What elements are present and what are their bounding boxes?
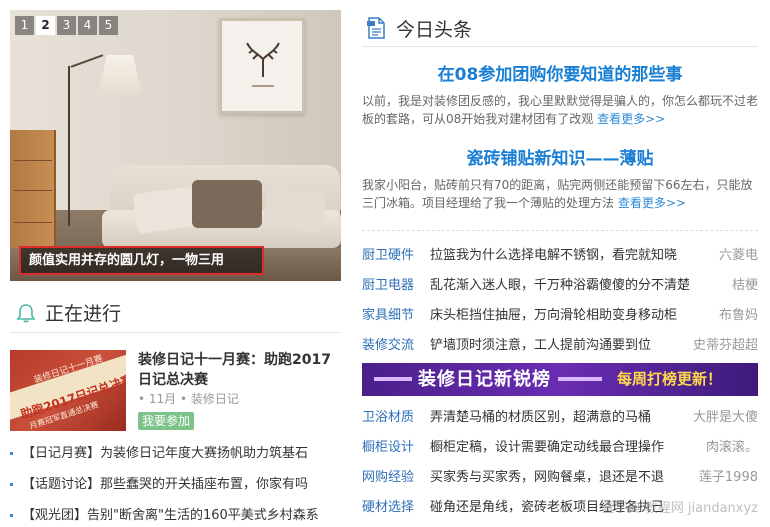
today-header: 今日头条	[362, 10, 758, 47]
list-item: 厨卫电器 乱花渐入迷人眼，千万种浴霸傻傻的分不清楚 桔梗	[362, 271, 758, 301]
topic-link[interactable]: 橱柜定稿，设计需要确定动线最合理操作	[430, 433, 664, 463]
category-link[interactable]: 卫浴材质	[362, 403, 414, 433]
feature-meta: • 11月 • 装修日记	[138, 392, 239, 406]
topic-link[interactable]: 拉篮我为什么选择电解不锈钢，看完就知晓	[430, 241, 677, 271]
topic-list-1: 厨卫硬件 拉篮我为什么选择电解不锈钢，看完就知晓 六菱电 厨卫电器 乱花渐入迷人…	[362, 241, 758, 361]
topic-link[interactable]: 买家秀与买家秀，网购餐桌，退还是不退	[430, 463, 664, 493]
topic-link[interactable]: 床头柜挡住抽屉，万向滑轮相助变身移动柜	[430, 301, 677, 331]
list-item: 网购经验 买家秀与买家秀，网购餐桌，退还是不退 莲子1998	[362, 463, 758, 493]
list-item[interactable]: 【日记月赛】为装修日记年度大赛扬帆助力筑基石	[10, 438, 341, 469]
divider	[362, 230, 758, 231]
banner-main-text: 装修日记新锐榜	[418, 369, 551, 390]
category-link[interactable]: 家具细节	[362, 301, 414, 331]
headline-1: 在08参加团购你要知道的那些事 以前，我是对装修团反感的，我心里默默觉得是骗人的…	[362, 62, 758, 128]
category-link[interactable]: 网购经验	[362, 463, 414, 493]
slider-page-3[interactable]: 3	[57, 16, 76, 35]
ongoing-news-list: 【日记月赛】为装修日记年度大赛扬帆助力筑基石 【话题讨论】那些蠢哭的开关插座布置…	[10, 438, 341, 527]
lamp-pole	[68, 66, 70, 226]
author-name[interactable]: 六菱电	[719, 241, 758, 271]
headline-summary-text: 我家小阳台，贴砖前只有70的距离，贴完两侧还能预留下66左右，只能放三门冰箱。项…	[362, 178, 753, 210]
document-icon	[367, 17, 385, 39]
list-item[interactable]: 【话题讨论】那些蠢哭的开关插座布置，你家有吗	[10, 469, 341, 500]
site-watermark: 查字典 教程网 jiandanxyz	[601, 501, 758, 516]
bell-icon	[16, 303, 36, 322]
slider-pagination: 1 2 3 4 5	[15, 16, 118, 35]
slide-caption[interactable]: 颜值实用并存的圆几灯，一物三用	[19, 246, 264, 275]
feature-title[interactable]: 装修日记十一月赛：助跑2017日记总决赛	[138, 350, 338, 390]
author-name[interactable]: 史蒂芬超超	[693, 331, 758, 361]
author-name[interactable]: 桔梗	[732, 271, 758, 301]
category-link[interactable]: 厨卫硬件	[362, 241, 414, 271]
antler-art	[246, 42, 280, 77]
headline-summary-text: 以前，我是对装修团反感的，我心里默默觉得是骗人的，你怎么都玩不过老板的套路，可从…	[362, 94, 759, 126]
author-name[interactable]: 肉滚滚。	[706, 433, 758, 463]
headline-title[interactable]: 瓷砖铺贴新知识——薄贴	[362, 146, 758, 172]
today-title: 今日头条	[396, 18, 473, 41]
headline-summary: 以前，我是对装修团反感的，我心里默默觉得是骗人的，你怎么都玩不过老板的套路，可从…	[362, 92, 758, 128]
topic-link[interactable]: 铲墙顶时须注意，工人提前沟通要到位	[430, 331, 651, 361]
list-item: 装修交流 铲墙顶时须注意，工人提前沟通要到位 史蒂芬超超	[362, 331, 758, 361]
category-link[interactable]: 硬材选择	[362, 493, 414, 523]
category-link[interactable]: 装修交流	[362, 331, 414, 361]
headline-title[interactable]: 在08参加团购你要知道的那些事	[362, 62, 758, 88]
read-more-link[interactable]: 查看更多>>	[618, 196, 686, 210]
author-name[interactable]: 布鲁妈	[719, 301, 758, 331]
pillow	[192, 180, 262, 228]
list-item: 家具细节 床头柜挡住抽屉，万向滑轮相助变身移动柜 布鲁妈	[362, 301, 758, 331]
category-link[interactable]: 橱柜设计	[362, 433, 414, 463]
feature-card: 装修日记十一月赛 助跑2017日记总决赛 月赛冠军直通总决赛 装修日记十一月赛：…	[10, 343, 341, 435]
read-more-link[interactable]: 查看更多>>	[597, 112, 665, 126]
headline-summary: 我家小阳台，贴砖前只有70的距离，贴完两侧还能预留下66左右，只能放三门冰箱。项…	[362, 176, 758, 212]
join-button[interactable]: 我要参加	[138, 412, 195, 430]
slide-photo-cabinet	[10, 130, 56, 260]
frame-text-line	[252, 85, 274, 87]
diary-ranking-banner[interactable]: 装修日记新锐榜 每周打榜更新！	[362, 363, 758, 396]
banner-sub-text: 每周打榜更新！	[617, 370, 723, 388]
banner-arrow-decoration	[558, 377, 602, 381]
slide-photo-frame	[219, 18, 305, 114]
slider-page-4[interactable]: 4	[78, 16, 97, 35]
list-item: 厨卫硬件 拉篮我为什么选择电解不锈钢，看完就知晓 六菱电	[362, 241, 758, 271]
author-name[interactable]: 大胖是大傻	[693, 403, 758, 433]
slider-page-5[interactable]: 5	[99, 16, 118, 35]
ongoing-title: 正在进行	[45, 303, 122, 325]
slider-page-1[interactable]: 1	[15, 16, 34, 35]
headline-2: 瓷砖铺贴新知识——薄贴 我家小阳台，贴砖前只有70的距离，贴完两侧还能预留下66…	[362, 146, 758, 212]
list-item: 卫浴材质 弄清楚马桶的材质区别，超满意的马桶 大胖是大傻	[362, 403, 758, 433]
slider-page-2[interactable]: 2	[36, 16, 55, 35]
author-name[interactable]: 莲子1998	[699, 463, 758, 493]
category-link[interactable]: 厨卫电器	[362, 271, 414, 301]
topic-link[interactable]: 弄清楚马桶的材质区别，超满意的马桶	[430, 403, 651, 433]
banner-arrow-decoration	[374, 377, 412, 381]
feature-thumbnail[interactable]: 装修日记十一月赛 助跑2017日记总决赛 月赛冠军直通总决赛	[10, 350, 126, 431]
left-column: 1 2 3 4 5 颜值实用并存的圆几灯，一物三用 正在进行 装修日记十一月赛 …	[10, 10, 341, 523]
list-item[interactable]: 【观光团】告别"断舍离"生活的160平美式乡村森系	[10, 500, 341, 527]
pillow	[132, 186, 198, 234]
list-item: 橱柜设计 橱柜定稿，设计需要确定动线最合理操作 肉滚滚。	[362, 433, 758, 463]
image-slider[interactable]: 1 2 3 4 5 颜值实用并存的圆几灯，一物三用	[10, 10, 341, 281]
ongoing-header: 正在进行	[10, 293, 341, 333]
pillow	[263, 186, 327, 234]
topic-link[interactable]: 乱花渐入迷人眼，千万种浴霸傻傻的分不清楚	[430, 271, 690, 301]
